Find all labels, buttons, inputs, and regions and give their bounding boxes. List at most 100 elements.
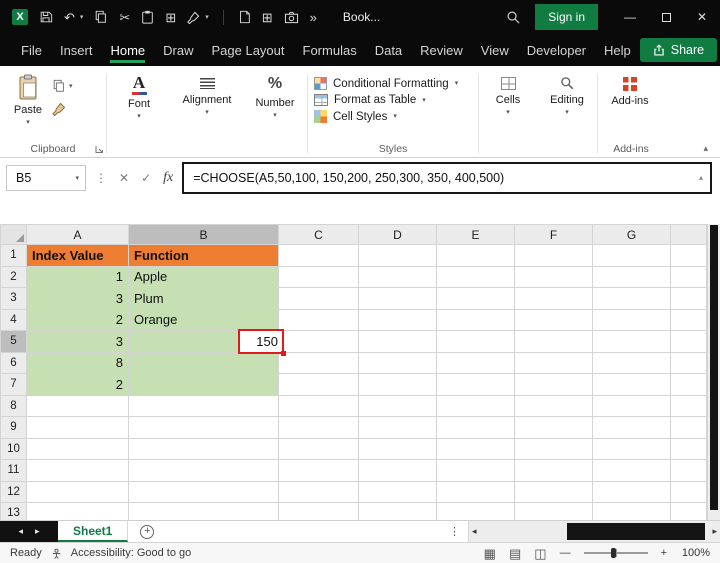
cell-C9[interactable] [279,417,359,439]
add-sheet-button[interactable]: + [140,525,154,539]
undo-icon[interactable]: ↶ [64,11,75,24]
cell-C10[interactable] [279,438,359,460]
cell-C5[interactable] [279,331,359,353]
cell-E10[interactable] [437,438,515,460]
cell-B1[interactable]: Function [129,245,279,267]
menu-tab-review[interactable]: Review [411,35,472,66]
cell-F11[interactable] [515,460,593,482]
cell-partial1[interactable] [671,245,707,267]
cell-C1[interactable] [279,245,359,267]
cell-partial11[interactable] [671,460,707,482]
cell-F13[interactable] [515,503,593,521]
row-header-6[interactable]: 6 [1,352,27,374]
column-header-E[interactable]: E [437,225,515,245]
accessibility-status[interactable]: Accessibility: Good to go [71,547,191,559]
minimize-button[interactable]: — [612,0,648,34]
cell-E4[interactable] [437,309,515,331]
column-header-F[interactable]: F [515,225,593,245]
cell-D12[interactable] [359,481,437,503]
close-button[interactable]: ✕ [684,0,720,34]
cell-D4[interactable] [359,309,437,331]
insert-function-icon[interactable]: fx [160,170,176,186]
cancel-entry-icon[interactable]: ✕ [116,171,132,185]
paste-icon[interactable] [141,10,154,24]
menu-tab-file[interactable]: File [12,35,51,66]
cell-A9[interactable] [27,417,129,439]
number-button[interactable]: % Number ▾ [249,71,301,119]
menu-tab-insert[interactable]: Insert [51,35,102,66]
toolbar-overflow-icon[interactable]: » [310,11,317,24]
cell-C2[interactable] [279,266,359,288]
row-header-13[interactable]: 13 [1,503,27,521]
format-painter-icon[interactable] [187,11,200,24]
formula-options-icon[interactable]: ⋮ [92,171,110,185]
cell-partial12[interactable] [671,481,707,503]
select-all-button[interactable] [1,225,27,245]
cell-C6[interactable] [279,352,359,374]
cell-D9[interactable] [359,417,437,439]
cell-B7[interactable] [129,374,279,396]
cell-A13[interactable] [27,503,129,521]
copy-icon[interactable] [94,10,108,24]
cell-G9[interactable] [593,417,671,439]
cell-B3[interactable]: Plum [129,288,279,310]
cell-G5[interactable] [593,331,671,353]
row-header-8[interactable]: 8 [1,395,27,417]
undo-dropdown-caret[interactable]: ▾ [80,13,84,21]
format-painter-button[interactable] [52,102,73,116]
column-header-B[interactable]: B [129,225,279,245]
cell-B5-active[interactable]: 150 [129,331,279,353]
cell-E1[interactable] [437,245,515,267]
cell-F8[interactable] [515,395,593,417]
cell-A2[interactable]: 1 [27,266,129,288]
cell-D5[interactable] [359,331,437,353]
zoom-in-icon[interactable]: + [661,547,667,559]
row-header-12[interactable]: 12 [1,481,27,503]
row-header-9[interactable]: 9 [1,417,27,439]
menu-tab-home[interactable]: Home [101,35,154,66]
confirm-entry-icon[interactable]: ✓ [138,171,154,185]
cell-F5[interactable] [515,331,593,353]
cell-D1[interactable] [359,245,437,267]
cell-partial7[interactable] [671,374,707,396]
cell-A10[interactable] [27,438,129,460]
cell-C3[interactable] [279,288,359,310]
cell-partial9[interactable] [671,417,707,439]
normal-view-icon[interactable]: ▦ [484,547,496,560]
search-icon[interactable] [506,10,521,25]
cell-D6[interactable] [359,352,437,374]
cell-A4[interactable]: 2 [27,309,129,331]
prev-sheet-icon[interactable]: ◂ [18,526,23,537]
copy-button[interactable]: ▾ [52,79,73,93]
cell-E6[interactable] [437,352,515,374]
menu-tab-formulas[interactable]: Formulas [294,35,366,66]
painter-dropdown-caret[interactable]: ▾ [205,13,209,21]
sheet-tab-sheet1[interactable]: Sheet1 [58,521,128,542]
cell-C8[interactable] [279,395,359,417]
tab-options-icon[interactable]: ⋮ [441,525,468,538]
cell-C4[interactable] [279,309,359,331]
horizontal-scrollbar[interactable]: ◂ ▸ [468,521,720,542]
keypad-grid-icon[interactable]: ⊞ [165,11,176,24]
share-button[interactable]: Share [640,38,717,62]
cell-B11[interactable] [129,460,279,482]
editing-button[interactable]: Editing ▾ [543,71,591,116]
cell-G1[interactable] [593,245,671,267]
cell-B2[interactable]: Apple [129,266,279,288]
horizontal-scrollbar-thumb[interactable] [567,523,705,540]
insert-grid-icon[interactable]: ⊞ [262,11,273,24]
cut-icon[interactable]: ✂ [119,11,130,24]
cell-A1[interactable]: Index Value [27,245,129,267]
name-box[interactable]: B5 ▾ [6,165,86,191]
cell-G13[interactable] [593,503,671,521]
cell-E11[interactable] [437,460,515,482]
zoom-out-icon[interactable]: — [560,547,571,559]
excel-app-icon[interactable]: X [12,9,28,25]
cell-A11[interactable] [27,460,129,482]
column-header-D[interactable]: D [359,225,437,245]
zoom-slider-knob[interactable] [611,548,616,558]
cell-F2[interactable] [515,266,593,288]
cell-F9[interactable] [515,417,593,439]
cell-G10[interactable] [593,438,671,460]
cell-D8[interactable] [359,395,437,417]
